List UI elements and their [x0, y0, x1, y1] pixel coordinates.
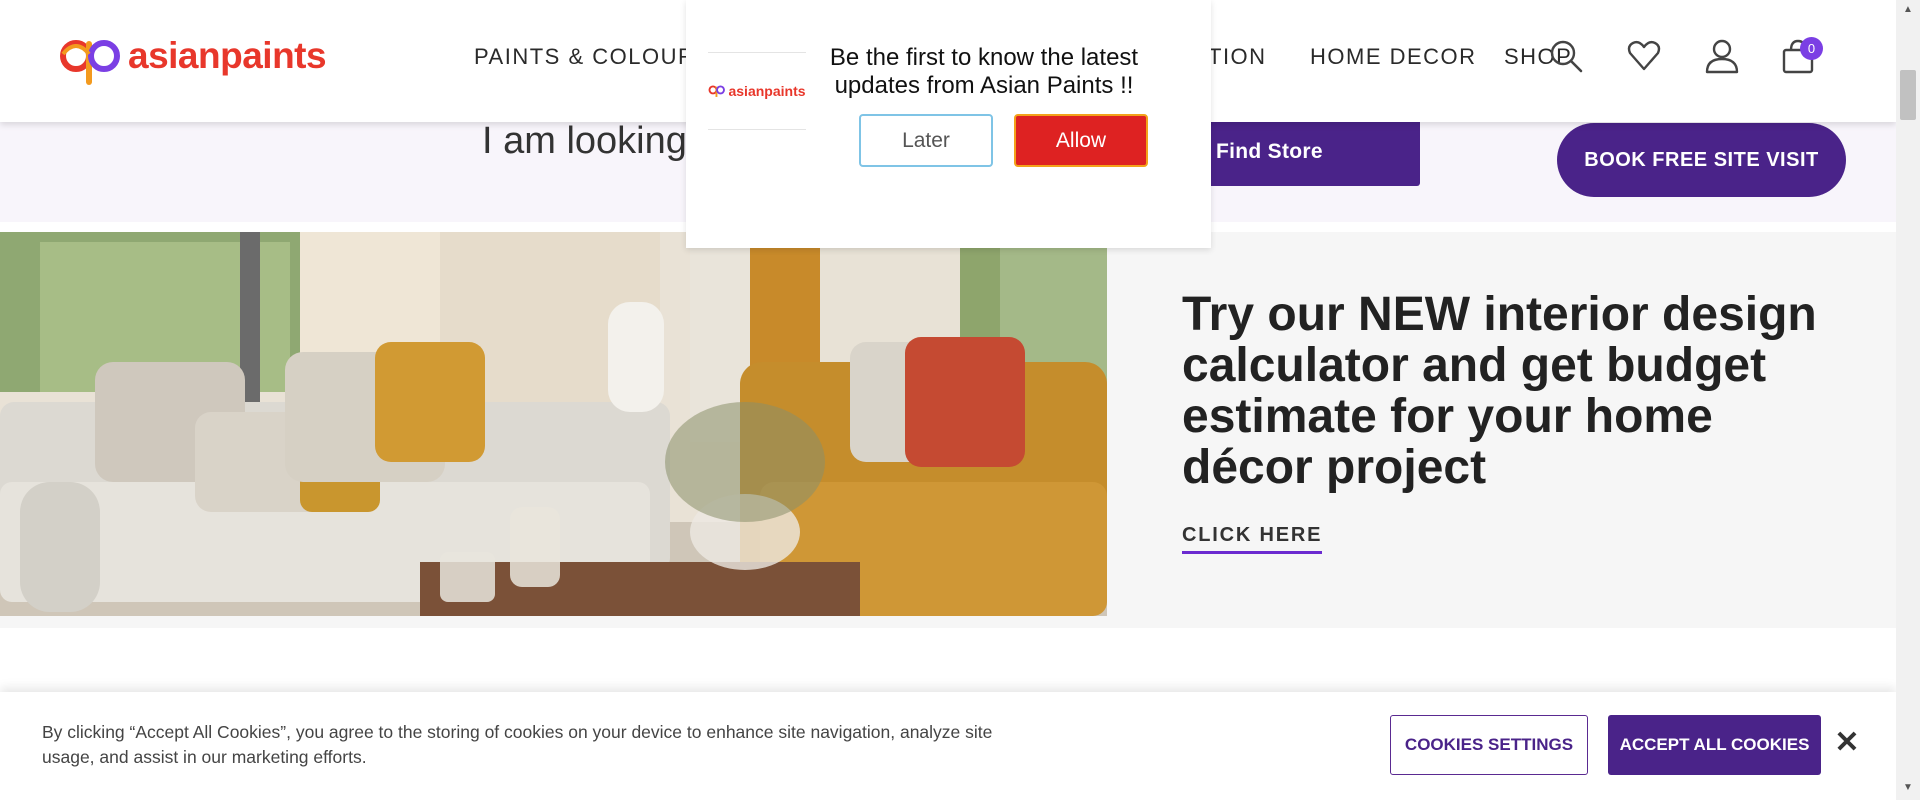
- cart-count-badge: 0: [1800, 37, 1823, 60]
- looking-for-text: I am looking: [482, 120, 687, 162]
- push-notification-popup: asianpaints Be the first to know the lat…: [686, 0, 1211, 248]
- allow-button[interactable]: Allow: [1014, 114, 1148, 167]
- search-icon[interactable]: [1548, 38, 1584, 74]
- click-here-link[interactable]: CLICK HERE: [1182, 524, 1323, 554]
- wishlist-heart-icon[interactable]: [1626, 38, 1662, 74]
- scroll-down-arrow-icon[interactable]: ▼: [1896, 780, 1920, 796]
- asianpaints-logo-mark-icon: [60, 40, 120, 85]
- living-room-illustration: [0, 232, 1107, 616]
- living-room-sofa-image: [0, 232, 1107, 616]
- popup-logo-text: asianpaints: [728, 83, 806, 99]
- find-store-button[interactable]: Find Store: [1190, 120, 1420, 186]
- cookies-settings-button[interactable]: COOKIES SETTINGS: [1390, 715, 1588, 775]
- later-button[interactable]: Later: [859, 114, 993, 167]
- page: asianpaints PAINTS & COLOURS TION HOME D…: [0, 0, 1920, 800]
- popup-message: Be the first to know the latest updates …: [829, 44, 1139, 99]
- scroll-up-arrow-icon[interactable]: ▲: [1896, 2, 1920, 18]
- accept-all-cookies-button[interactable]: ACCEPT ALL COOKIES: [1608, 715, 1821, 775]
- scrollbar-thumb[interactable]: [1900, 70, 1916, 120]
- popup-logo: asianpaints: [708, 52, 806, 130]
- popup-logo-mark-icon: [709, 85, 726, 97]
- nav-partial-item[interactable]: TION: [1208, 44, 1267, 70]
- nav-paints-colours[interactable]: PAINTS & COLOURS: [474, 44, 712, 70]
- user-icon[interactable]: [1704, 38, 1740, 74]
- page-scrollbar[interactable]: ▲ ▼: [1896, 0, 1920, 800]
- cookie-consent-bar: By clicking “Accept All Cookies”, you ag…: [0, 692, 1896, 800]
- asianpaints-logo[interactable]: asianpaints: [58, 34, 327, 86]
- logo-text: asianpaints: [128, 35, 327, 76]
- hero-heading: Try our NEW interior design calculator a…: [1182, 288, 1817, 494]
- nav-home-decor[interactable]: HOME DECOR: [1310, 44, 1477, 70]
- close-icon[interactable]: ✕: [1832, 728, 1862, 758]
- cookie-consent-text: By clicking “Accept All Cookies”, you ag…: [42, 722, 993, 767]
- book-free-site-visit-button[interactable]: BOOK FREE SITE VISIT: [1557, 123, 1846, 197]
